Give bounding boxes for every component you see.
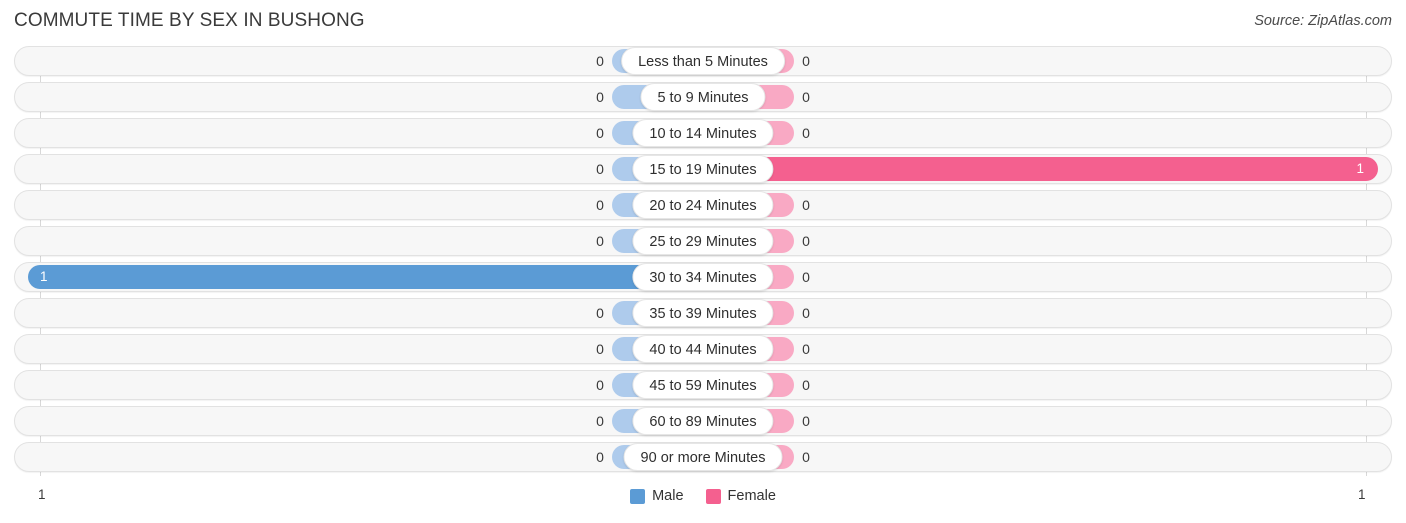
category-label-pill[interactable]: 20 to 24 Minutes (632, 191, 774, 219)
chart-plot-area: 0 0 Less than 5 Minutes 0 0 5 to 9 Minutes 0 0 1… (0, 46, 1406, 484)
male-bar-half: 1 (28, 265, 703, 289)
bar-row[interactable]: 0 0 90 or more Minutes (14, 442, 1392, 472)
male-value-label: 0 (596, 125, 604, 141)
male-bar-half: 0 (28, 409, 703, 433)
male-value-label: 0 (596, 53, 604, 69)
male-bar-half: 0 (28, 121, 703, 145)
category-label-pill[interactable]: 60 to 89 Minutes (632, 407, 774, 435)
male-value-label: 0 (596, 161, 604, 177)
female-bar-half: 0 (703, 409, 1378, 433)
category-label-pill[interactable]: Less than 5 Minutes (621, 47, 785, 75)
female-bar-half: 1 (703, 157, 1378, 181)
female-bar-half: 0 (703, 229, 1378, 253)
category-label-pill[interactable]: 5 to 9 Minutes (640, 83, 766, 111)
male-value-label: 0 (596, 197, 604, 213)
female-bar-half: 0 (703, 373, 1378, 397)
male-bar-half: 0 (28, 193, 703, 217)
male-bar-half: 0 (28, 49, 703, 73)
category-label-pill[interactable]: 25 to 29 Minutes (632, 227, 774, 255)
chart-legend: Male Female (0, 488, 1406, 504)
female-value-label: 0 (802, 125, 810, 141)
female-value-label: 0 (802, 53, 810, 69)
page-title: COMMUTE TIME BY SEX IN BUSHONG (14, 10, 365, 31)
bar-row[interactable]: 0 0 10 to 14 Minutes (14, 118, 1392, 148)
bar-row[interactable]: 0 1 15 to 19 Minutes (14, 154, 1392, 184)
male-value-label: 0 (596, 233, 604, 249)
male-value-label: 0 (596, 413, 604, 429)
female-bar-half: 0 (703, 337, 1378, 361)
legend-swatch-female-icon (705, 488, 721, 504)
female-bar-half: 0 (703, 121, 1378, 145)
male-bar-half: 0 (28, 229, 703, 253)
category-label-pill[interactable]: 35 to 39 Minutes (632, 299, 774, 327)
legend-swatch-male-icon (630, 488, 646, 504)
bar-row[interactable]: 0 0 45 to 59 Minutes (14, 370, 1392, 400)
male-value-label: 0 (596, 377, 604, 393)
legend-item-male[interactable]: Male (630, 488, 684, 504)
male-bar-half: 0 (28, 301, 703, 325)
female-bar-half: 0 (703, 85, 1378, 109)
bar-row-list: 0 0 Less than 5 Minutes 0 0 5 to 9 Minutes 0 0 1… (0, 46, 1406, 478)
male-bar-half: 0 (28, 445, 703, 469)
male-value-label: 0 (596, 305, 604, 321)
male-bar-half: 0 (28, 373, 703, 397)
female-value-label: 0 (802, 305, 810, 321)
female-value-label: 0 (802, 197, 810, 213)
female-value-label: 0 (802, 89, 810, 105)
legend-label-female: Female (727, 488, 776, 504)
female-bar-half: 0 (703, 193, 1378, 217)
bar-row[interactable]: 0 0 40 to 44 Minutes (14, 334, 1392, 364)
chart-footer: 1 1 Male Female (0, 484, 1406, 523)
female-bar-half: 0 (703, 265, 1378, 289)
category-label-pill[interactable]: 45 to 59 Minutes (632, 371, 774, 399)
category-label-pill[interactable]: 90 or more Minutes (623, 443, 783, 471)
bar-row[interactable]: 0 0 25 to 29 Minutes (14, 226, 1392, 256)
female-bar-half: 0 (703, 49, 1378, 73)
female-value-label: 0 (802, 233, 810, 249)
male-value-label: 0 (596, 449, 604, 465)
category-label-pill[interactable]: 30 to 34 Minutes (632, 263, 774, 291)
male-value-label: 0 (596, 341, 604, 357)
female-bar-half: 0 (703, 301, 1378, 325)
category-label-pill[interactable]: 15 to 19 Minutes (632, 155, 774, 183)
category-label-pill[interactable]: 10 to 14 Minutes (632, 119, 774, 147)
male-bar-half: 0 (28, 337, 703, 361)
legend-item-female[interactable]: Female (705, 488, 776, 504)
female-bar-half: 0 (703, 445, 1378, 469)
female-value-label: 0 (802, 341, 810, 357)
bar-row[interactable]: 1 0 30 to 34 Minutes (14, 262, 1392, 292)
female-value-label: 0 (802, 449, 810, 465)
male-value-label: 0 (596, 89, 604, 105)
bar-row[interactable]: 0 0 Less than 5 Minutes (14, 46, 1392, 76)
male-value-label: 1 (40, 269, 48, 284)
female-bar (703, 157, 1378, 181)
bar-row[interactable]: 0 0 35 to 39 Minutes (14, 298, 1392, 328)
female-value-label: 0 (802, 377, 810, 393)
legend-label-male: Male (652, 488, 684, 504)
chart-header: COMMUTE TIME BY SEX IN BUSHONG Source: Z… (0, 0, 1406, 46)
category-label-pill[interactable]: 40 to 44 Minutes (632, 335, 774, 363)
bar-row[interactable]: 0 0 60 to 89 Minutes (14, 406, 1392, 436)
bar-row[interactable]: 0 0 20 to 24 Minutes (14, 190, 1392, 220)
source-attribution: Source: ZipAtlas.com (1254, 13, 1392, 29)
female-value-label: 0 (802, 413, 810, 429)
bar-row[interactable]: 0 0 5 to 9 Minutes (14, 82, 1392, 112)
male-bar (28, 265, 703, 289)
female-value-label: 1 (1356, 161, 1364, 176)
male-bar-half: 0 (28, 85, 703, 109)
male-bar-half: 0 (28, 157, 703, 181)
female-value-label: 0 (802, 269, 810, 285)
